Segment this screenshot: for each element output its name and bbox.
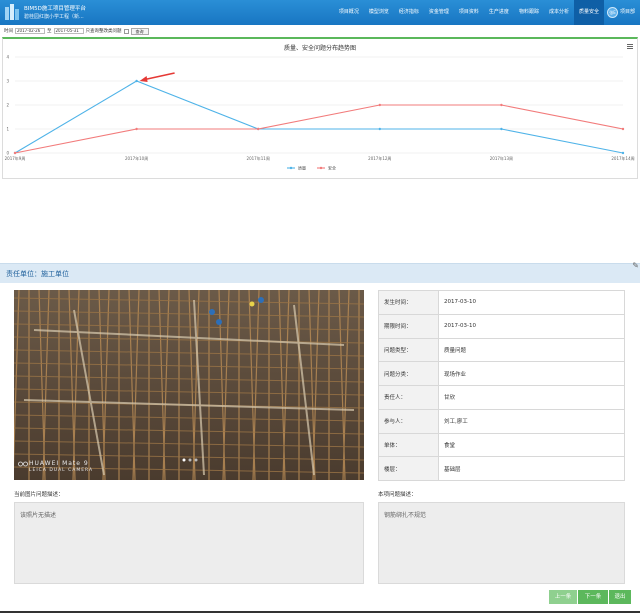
camera-brand-icon (18, 461, 28, 467)
info-key: 发生时间： (378, 290, 439, 315)
x-tick-label: 2017年9周 (5, 155, 26, 161)
app-title: BIM5D施工项目管理平台 (24, 6, 86, 12)
project-name[interactable]: 碧桂园红旗小学工程（新... (24, 13, 84, 20)
photo-caption-camera: LEICA DUAL CAMERA (29, 468, 94, 473)
series-point-1 (135, 127, 138, 131)
series-point-0 (135, 79, 138, 83)
info-value: 2017-03-10 (438, 290, 625, 315)
nav-item[interactable]: 项目资料 (454, 0, 484, 25)
x-tick-label: 2017年11周 (247, 155, 270, 161)
series-point-0 (378, 127, 381, 131)
x-tick-label: 2017年10周 (125, 155, 148, 161)
construction-site-image (14, 290, 364, 480)
annotation-arrow-shaft (142, 72, 175, 81)
series-point-1 (13, 151, 17, 155)
annotation-arrow-head (139, 76, 148, 82)
photo-desc-label: 当前图片问题描述： (14, 492, 64, 498)
next-button[interactable]: 下一条 (578, 590, 608, 604)
x-tick-label: 2017年12周 (368, 155, 391, 161)
issue-photo[interactable] (14, 290, 364, 480)
main-nav: 项目概况 模型浏览 经济指标 资金管理 项目资料 生产进度 物料跟踪 成本分析 质量安全 张E 项目… (334, 0, 640, 25)
prev-button[interactable]: 上一条 (549, 590, 577, 604)
photo-desc-box[interactable]: 该照片无描述 (14, 502, 364, 584)
info-value: 质量问题 (438, 337, 625, 363)
nav-item[interactable]: 质量安全 (573, 0, 604, 25)
end-date-input[interactable]: 2017-05-31 (53, 28, 84, 34)
series-point-0 (621, 151, 625, 155)
x-tick-label: 2017年14周 (611, 155, 634, 161)
info-value: 食堂 (438, 432, 625, 458)
info-key: 单体： (378, 432, 439, 458)
y-tick-label: 4 (6, 55, 9, 60)
nav-item[interactable]: 项目概况 (334, 0, 364, 25)
info-key: 问题类型： (378, 337, 439, 363)
info-row: 期限时间： 2017-03-10 (378, 313, 625, 339)
exit-button[interactable]: 退出 (609, 590, 631, 604)
y-tick-label: 0 (6, 151, 9, 156)
filter-bar: 时间 2017-02-26 至 2017-05-31 只查询整改类问题 查询 (4, 27, 149, 35)
to-label: 至 (47, 29, 52, 34)
start-date-input[interactable]: 2017-02-26 (15, 28, 45, 34)
series-point-1 (500, 103, 503, 107)
query-button[interactable]: 查询 (130, 27, 149, 35)
y-tick-label: 2 (6, 103, 9, 108)
series-point-1 (257, 127, 260, 131)
info-key: 参与人： (378, 408, 439, 434)
info-row: 责任人： 甘欣 (378, 385, 625, 410)
info-row: 参与人： 刘工,廖工 (378, 408, 625, 434)
info-value: 现场作业 (438, 361, 625, 386)
info-key: 问题分类： (378, 361, 439, 386)
legend-label-1: 安全 (328, 165, 336, 171)
issue-desc-label: 本项问题描述： (378, 492, 417, 498)
info-row: 单体： 食堂 (378, 432, 625, 458)
user-menu[interactable]: 项目部 (620, 0, 640, 25)
photo-caption-model: HUAWEI Mate 9 (29, 460, 89, 467)
legend-dot-1 (319, 166, 323, 170)
info-value: 基础层 (438, 456, 625, 481)
rectify-only-checkbox[interactable] (123, 28, 129, 34)
nav-item[interactable]: 成本分析 (544, 0, 574, 25)
series-point-1 (378, 103, 381, 107)
legend-dot-0 (289, 166, 293, 170)
edit-icon[interactable]: ✎ (632, 261, 639, 270)
info-row: 问题类型： 质量问题 (378, 337, 625, 363)
nav-item[interactable]: 资金管理 (424, 0, 454, 25)
y-tick-label: 3 (6, 79, 9, 84)
info-row: 问题分类： 现场作业 (378, 361, 625, 386)
info-row: 发生时间： 2017-03-10 (378, 290, 625, 315)
trend-chart: 0 1 2 3 4 2017年9周 2017年10周 2017年11周 2017年12周 2017… (5, 55, 635, 171)
info-value: 2017-03-10 (438, 313, 625, 339)
trend-chart-panel: 质量、安全问题分布趋势图 0 1 2 3 4 2017年9周 2017年10周 2017年11… (2, 37, 638, 179)
info-row: 楼层： 基础层 (378, 456, 625, 481)
info-value: 甘欣 (438, 385, 625, 410)
issue-desc-box[interactable]: 钢筋绑扎不规范 (378, 502, 625, 584)
info-key: 期限时间： (378, 313, 439, 339)
user-avatar[interactable]: 张E (606, 7, 618, 18)
nav-item[interactable]: 物料跟踪 (514, 0, 544, 25)
info-key: 责任人： (378, 385, 439, 410)
top-bar: BIM5D施工项目管理平台 碧桂园红旗小学工程（新... 项目概况 模型浏览 经济指… (0, 0, 640, 25)
info-key: 楼层： (378, 456, 439, 481)
time-label: 时间 (4, 29, 13, 34)
legend-label-0: 质量 (298, 165, 306, 171)
nav-item[interactable]: 生产进度 (484, 0, 514, 25)
issue-info-table: 发生时间： 2017-03-10 期限时间： 2017-03-10 问题类型： 质量问题问… (378, 290, 625, 481)
nav-item[interactable]: 经济指标 (394, 0, 424, 25)
series-point-1 (621, 127, 625, 131)
nav-item[interactable]: 模型浏览 (364, 0, 394, 25)
photo-pager-dots[interactable] (180, 458, 200, 462)
y-tick-label: 1 (6, 127, 9, 132)
rectify-only-label: 只查询整改类问题 (85, 29, 122, 34)
responsible-unit-header: 责任单位：施工单位 (0, 263, 640, 283)
info-value: 刘工,廖工 (438, 408, 625, 434)
x-tick-label: 2017年13周 (490, 155, 513, 161)
responsible-unit-label: 责任单位：施工单位 (6, 270, 69, 278)
series-point-0 (500, 127, 503, 131)
app-logo-icon (5, 4, 19, 20)
